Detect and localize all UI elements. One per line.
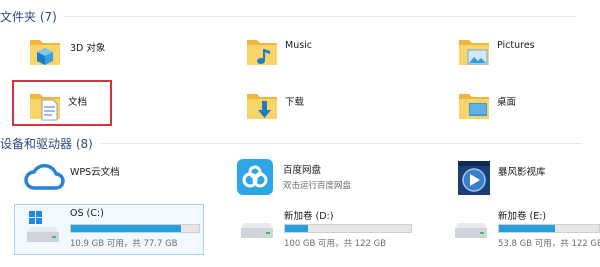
drive-usage-fill bbox=[71, 225, 182, 232]
folder-item-3d-objects[interactable]: 3D 对象 bbox=[28, 32, 208, 72]
folder-documents-icon bbox=[30, 94, 60, 121]
folder-item-downloads[interactable]: 下载 bbox=[245, 86, 425, 126]
drive-label: OS (C:) bbox=[70, 208, 104, 219]
device-label: 暴风影视库 bbox=[498, 167, 546, 178]
drive-label: 新加卷 (E:) bbox=[498, 211, 547, 222]
folder-label: 下载 bbox=[285, 97, 305, 108]
device-description: 双击运行百度网盘 bbox=[283, 181, 352, 191]
drive-item-c[interactable]: OS (C:) 10.9 GB 可用，共 77.7 GB bbox=[24, 206, 204, 254]
drive-label: 新加卷 (D:) bbox=[284, 211, 334, 222]
baidu-netdisk-icon bbox=[237, 159, 273, 195]
folder-3d-objects-icon bbox=[30, 40, 60, 65]
drive-usage-bar bbox=[70, 224, 200, 233]
folder-item-documents[interactable]: 文档 bbox=[28, 86, 108, 124]
section-divider bbox=[100, 142, 581, 144]
devices-section-header[interactable]: 设备和驱动器 (8) bbox=[0, 133, 600, 153]
folder-label: 3D 对象 bbox=[70, 43, 106, 54]
folder-label: Music bbox=[285, 40, 313, 51]
folder-item-pictures[interactable]: Pictures bbox=[457, 32, 597, 72]
drive-free-space: 10.9 GB 可用，共 77.7 GB bbox=[70, 239, 178, 249]
section-title: 设备和驱动器 (8) bbox=[0, 136, 93, 151]
device-item-baidu-netdisk[interactable]: 百度网盘 双击运行百度网盘 bbox=[236, 158, 446, 198]
drive-usage-fill bbox=[499, 225, 555, 232]
drive-item-d[interactable]: 新加卷 (D:) 100 GB 可用，共 122 GB bbox=[238, 206, 428, 254]
windows-drive-icon bbox=[27, 211, 59, 242]
folder-downloads-icon bbox=[247, 94, 277, 119]
folder-item-music[interactable]: Music bbox=[245, 32, 425, 72]
folder-item-desktop[interactable]: 桌面 bbox=[457, 86, 597, 126]
folder-desktop-icon bbox=[459, 94, 489, 119]
drive-icon bbox=[241, 223, 273, 238]
device-item-wps-cloud[interactable]: WPS云文档 bbox=[24, 158, 224, 198]
folder-label: 文档 bbox=[68, 97, 88, 108]
device-label: 百度网盘 bbox=[283, 165, 322, 176]
folder-music-icon bbox=[247, 40, 277, 65]
folder-pictures-icon bbox=[459, 40, 489, 65]
wps-cloud-icon bbox=[24, 163, 65, 190]
device-label: WPS云文档 bbox=[70, 167, 120, 178]
baofeng-library-icon bbox=[458, 161, 490, 195]
section-divider bbox=[64, 15, 575, 17]
drive-item-e[interactable]: 新加卷 (E:) 53.8 GB 可用，共 122 GB bbox=[452, 206, 600, 254]
drive-free-space: 53.8 GB 可用，共 122 GB bbox=[498, 239, 600, 249]
folders-section-header[interactable]: 文件夹 (7) bbox=[0, 6, 600, 26]
section-title: 文件夹 (7) bbox=[0, 9, 57, 24]
device-item-baofeng-library[interactable]: 暴风影视库 bbox=[456, 158, 600, 198]
folder-label: Pictures bbox=[497, 40, 535, 51]
drive-usage-bar bbox=[498, 224, 600, 233]
drive-usage-fill bbox=[285, 225, 308, 232]
drive-free-space: 100 GB 可用，共 122 GB bbox=[284, 239, 387, 249]
drive-icon bbox=[455, 223, 487, 238]
folder-label: 桌面 bbox=[497, 97, 517, 108]
drive-usage-bar bbox=[284, 224, 412, 233]
